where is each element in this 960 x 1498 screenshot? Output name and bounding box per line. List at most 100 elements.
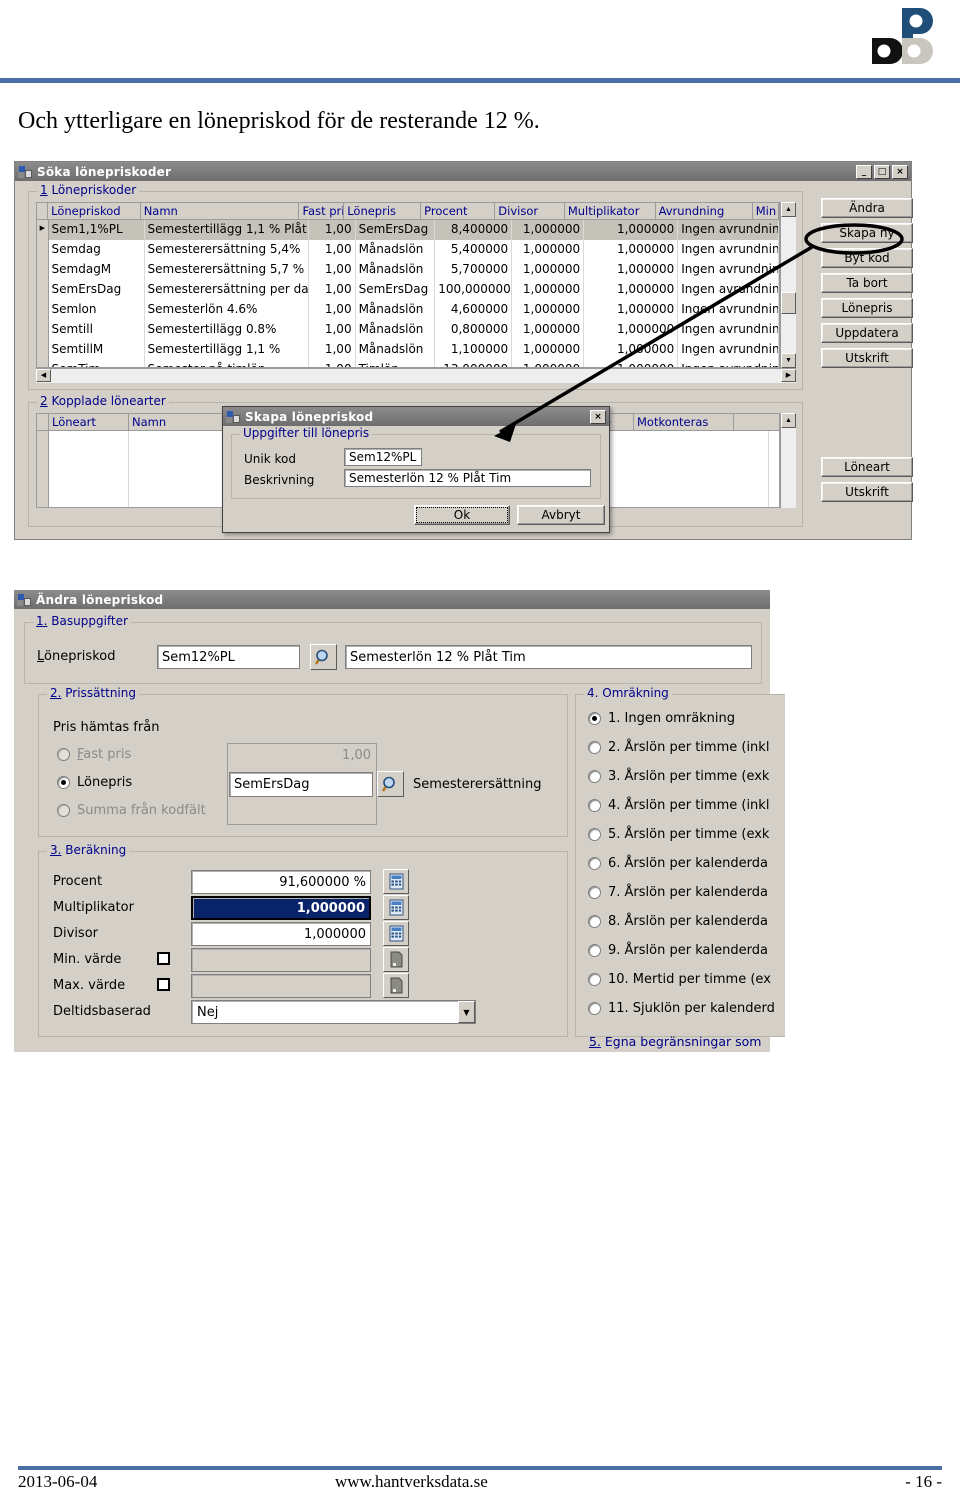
cell-namn: Semestertillägg 0.8% [145,320,310,340]
lonepriskod-label: Lönepriskod [37,649,116,664]
calc-field-0[interactable]: 91,600000 % [191,870,371,894]
radio-fast-pris[interactable]: Fast pris [57,747,131,762]
table-row[interactable]: SemdagM Semesterersättning 5,7 % 1,00 Månad… [37,260,779,280]
omrakning-option-5[interactable]: 5. Årslön per timme (exk [588,827,769,842]
lonepris-lookup-button[interactable] [377,771,404,797]
ta-bort-button[interactable]: Ta bort [821,273,913,293]
omrakning-radio-icon-4 [588,799,601,812]
table-row[interactable]: SemtillM Semestertillägg 1,1 % 1,00 Månadsl… [37,340,779,360]
omrakning-option-1[interactable]: 1. Ingen omräkning [588,711,735,726]
deltidsbaserad-select[interactable]: Nej ▼ [191,1000,476,1024]
dialog-titlebar[interactable]: Skapa lönepriskod × [223,407,609,426]
scroll2-up-arrow[interactable]: ▲ [781,413,796,428]
edit-window-titlebar[interactable]: Ändra lönepriskod [14,590,770,609]
document-button-3[interactable] [383,947,409,972]
cell-divisor: 1,000000 [512,340,585,360]
document-button-4[interactable] [383,973,409,998]
lonepriskod-lookup-button[interactable] [310,644,337,670]
lonepriskod-description-field[interactable]: Semesterlön 12 % Plåt Tim [345,645,752,669]
deltidsbaserad-label: Deltidsbaserad [53,1004,151,1019]
unik-kod-field[interactable]: Sem12%PL [344,448,422,466]
andra-button[interactable]: Ändra [821,198,913,218]
row-marker [37,360,49,367]
omrakning-option-4[interactable]: 4. Årslön per timme (inkl [588,798,769,813]
column-header-divisor[interactable]: Divisor [495,203,565,219]
group2-number: 2 [40,394,48,408]
scroll-left-arrow[interactable]: ◀ [36,369,51,382]
table-row[interactable]: Semdag Semesterersättning 5,4% 1,00 Månadsl… [37,240,779,260]
omrakning-option-6[interactable]: 6. Årslön per kalenderda [588,856,768,871]
fast-pris-label: Fast pris [77,747,132,762]
radio-summa-fran-kodfalt[interactable]: Summa från kodfält [57,803,206,818]
scroll-down-arrow[interactable]: ▼ [781,353,796,368]
ok-button[interactable]: Ok [414,505,510,525]
utskrift-button[interactable]: Utskrift [821,348,913,368]
close-button[interactable]: × [892,164,908,179]
omrakning-option-3[interactable]: 3. Årslön per timme (exk [588,769,769,784]
grid-horizontal-scrollbar[interactable]: ◀ ▶ [36,368,796,383]
grid-header-row: Lönepriskod Namn Fast pris Lönepris Proc… [37,203,779,220]
scroll-up-arrow[interactable]: ▲ [781,202,796,217]
grid-vertical-scrollbar[interactable]: ▲ ▼ [780,202,796,368]
beskrivning-field[interactable]: Semesterlön 12 % Plåt Tim [344,469,591,487]
omrakning-option-7[interactable]: 7. Årslön per kalenderda [588,885,768,900]
beskrivning-label: Beskrivning [244,473,315,487]
cell-lonepris: Månadslön [356,320,436,340]
maximize-button[interactable]: □ [874,164,890,179]
lonepris-button[interactable]: Lönepris [821,298,913,318]
group-basuppgifter: 1. Basuppgifter Lönepriskod Sem12%PL Sem… [24,614,762,684]
omrakning-option-10[interactable]: 10. Mertid per timme (ex [588,972,771,987]
calculator-button-0[interactable] [383,869,409,894]
column-header-multiplikator[interactable]: Multiplikator [565,203,656,219]
chevron-down-icon[interactable]: ▼ [458,1001,475,1023]
column-header-loneart[interactable]: Löneart [49,414,129,430]
omrakning-option-2[interactable]: 2. Årslön per timme (inkl [588,740,769,755]
skapa-ny-button[interactable]: Skapa ny [821,223,913,243]
omrakning-option-11[interactable]: 11. Sjuklön per kalenderd [588,1001,775,1016]
scroll-right-arrow[interactable]: ▶ [781,369,796,382]
calc-field-2[interactable]: 1,000000 [191,922,371,946]
group-egna-begransningar-title[interactable]: 5. Egna begränsningar som [589,1034,761,1049]
calculator-button-1[interactable] [383,895,409,920]
footer-date: 2013-06-04 [18,1472,98,1491]
table-row[interactable]: Semtill Semestertillägg 0.8% 1,00 Månadslön… [37,320,779,340]
row-marker [37,451,49,471]
byt-kod-button[interactable]: Byt kod [821,248,913,268]
omrakning-radio-icon-2 [588,741,601,754]
scroll-thumb[interactable] [781,292,796,314]
column-header-motkonteras[interactable]: Motkonteras [634,414,734,430]
omrakning-option-8[interactable]: 8. Årslön per kalenderda [588,914,768,929]
lonepriskoder-grid[interactable]: Lönepriskod Namn Fast pris Lönepris Proc… [36,202,780,368]
radio-lonepris[interactable]: Lönepris [57,775,132,790]
grid2-vertical-scrollbar[interactable]: ▲ [780,413,796,508]
column-header-fast-pris[interactable]: Fast pris [299,203,345,219]
avbryt-button[interactable]: Avbryt [517,505,605,525]
column-header-namn[interactable]: Namn [141,203,300,219]
uppdatera-button[interactable]: Uppdatera [821,323,913,343]
column-header-procent[interactable]: Procent [421,203,496,219]
table-row[interactable]: Sem1,1%PLSemestertillägg 1,1 % Plåt Tim1… [37,220,779,240]
cell-fast: 1,00 [309,220,356,240]
calc-checkbox-3[interactable] [157,952,170,965]
column-header-avrundning[interactable]: Avrundning [656,203,753,219]
table-row[interactable]: Semlon Semesterlön 4.6% 1,00 Månadslön 4,600… [37,300,779,320]
calc-checkbox-4[interactable] [157,978,170,991]
loneart-button[interactable]: Löneart [821,457,913,477]
lonepris-value-field[interactable]: SemErsDag [229,772,373,797]
table-row[interactable]: SemErsDag Semesterersättning per dag 1,00 S… [37,280,779,300]
table-row[interactable]: SemTimSemester på timlön1,00Timlön13,000… [37,360,779,367]
lonepriskod-code-field[interactable]: Sem12%PL [157,645,300,669]
omrakning-radio-icon-6 [588,857,601,870]
column-header-lonepriskod[interactable]: Lönepriskod [48,203,141,219]
window-titlebar[interactable]: Söka lönepriskoder _ □ × [15,162,911,181]
column-header-lonepris[interactable]: Lönepris [344,203,422,219]
berakning-number: 3. [50,843,62,857]
calculator-button-2[interactable] [383,921,409,946]
calc-field-1[interactable]: 1,000000 [191,896,371,920]
minimize-button[interactable]: _ [856,164,872,179]
omrakning-label-2: 2. Årslön per timme (inkl [608,740,770,755]
column-header-min[interactable]: Min [753,203,779,219]
utskrift-bottom-button[interactable]: Utskrift [821,482,913,502]
omrakning-option-9[interactable]: 9. Årslön per kalenderda [588,943,768,958]
dialog-close-icon[interactable]: × [590,409,606,424]
